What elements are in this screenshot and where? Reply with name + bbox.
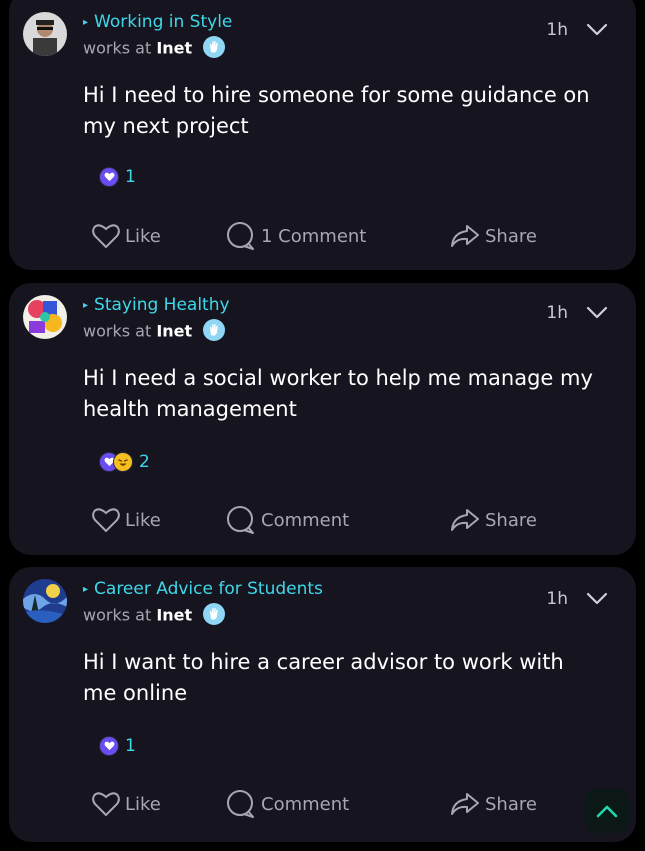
post-card: ▸ Working in Style works at Inet 1h Hi I … — [9, 0, 636, 270]
company-name[interactable]: Inet — [156, 606, 192, 625]
heart-outline-icon — [92, 224, 120, 249]
comment-button[interactable]: Comment — [225, 788, 349, 820]
chevron-up-icon — [596, 805, 618, 818]
comment-bubble-icon — [227, 790, 254, 818]
post-card: ▸ Career Advice for Students works at Ine… — [9, 567, 636, 842]
like-button[interactable]: Like — [91, 220, 161, 252]
post-text: Hi I need a social worker to help me man… — [83, 366, 593, 421]
post-actions: Like 1 Comment Share — [9, 220, 636, 252]
chevron-down-icon[interactable] — [586, 22, 608, 41]
group-name[interactable]: Working in Style — [94, 12, 232, 32]
reaction-count: 1 — [125, 167, 136, 187]
avatar[interactable] — [23, 295, 67, 339]
wave-hand-badge-icon — [203, 603, 226, 625]
reaction-count: 2 — [139, 452, 150, 472]
company-name[interactable]: Inet — [156, 322, 192, 341]
group-link[interactable]: ▸ Working in Style — [83, 12, 232, 32]
avatar[interactable] — [23, 579, 67, 623]
share-button[interactable]: Share — [449, 504, 537, 536]
comment-bubble-icon — [227, 222, 254, 250]
share-arrow-icon — [451, 509, 479, 531]
share-arrow-icon — [451, 793, 479, 815]
post-time: 1h — [546, 589, 568, 609]
reaction-count: 1 — [125, 736, 136, 756]
group-marker-icon: ▸ — [83, 584, 89, 595]
heart-outline-icon — [92, 508, 120, 533]
heart-outline-icon — [92, 792, 120, 817]
share-label: Share — [485, 225, 537, 247]
reaction-summary[interactable]: 1 — [99, 736, 136, 756]
post-card: ▸ Staying Healthy works at Inet 1h Hi I n… — [9, 283, 636, 555]
wave-hand-badge-icon — [203, 36, 226, 58]
author-workplace: works at Inet — [83, 603, 226, 627]
works-prefix: works at — [83, 38, 152, 58]
like-label: Like — [125, 225, 161, 247]
group-name[interactable]: Career Advice for Students — [94, 579, 323, 599]
share-button[interactable]: Share — [449, 220, 537, 252]
author-workplace: works at Inet — [83, 36, 226, 60]
share-label: Share — [485, 793, 537, 815]
comment-bubble-icon — [227, 506, 254, 534]
share-arrow-icon — [451, 225, 479, 247]
laugh-reaction-icon — [113, 452, 133, 472]
group-name[interactable]: Staying Healthy — [94, 295, 230, 315]
comment-button[interactable]: 1 Comment — [225, 220, 366, 252]
like-button[interactable]: Like — [91, 504, 161, 536]
scroll-to-top-button[interactable] — [585, 789, 629, 833]
comment-button[interactable]: Comment — [225, 504, 349, 536]
share-button[interactable]: Share — [449, 788, 537, 820]
post-time: 1h — [546, 303, 568, 323]
works-prefix: works at — [83, 605, 152, 625]
reaction-summary[interactable]: 2 — [99, 452, 150, 472]
heart-reaction-icon — [99, 736, 119, 756]
comment-label: Comment — [261, 793, 350, 815]
group-link[interactable]: ▸ Staying Healthy — [83, 295, 230, 315]
comment-label: Comment — [261, 509, 350, 531]
like-label: Like — [125, 793, 161, 815]
heart-reaction-icon — [99, 167, 119, 187]
avatar[interactable] — [23, 12, 67, 56]
reaction-summary[interactable]: 1 — [99, 167, 136, 187]
chevron-down-icon[interactable] — [586, 591, 608, 610]
comment-label: 1 Comment — [261, 225, 367, 247]
group-link[interactable]: ▸ Career Advice for Students — [83, 579, 323, 599]
post-actions: Like Comment Share — [9, 504, 636, 536]
like-label: Like — [125, 509, 161, 531]
post-actions: Like Comment Share — [9, 788, 636, 820]
author-workplace: works at Inet — [83, 319, 226, 343]
works-prefix: works at — [83, 321, 152, 341]
wave-hand-badge-icon — [203, 319, 226, 341]
group-marker-icon: ▸ — [83, 300, 89, 311]
company-name[interactable]: Inet — [156, 39, 192, 58]
share-label: Share — [485, 509, 537, 531]
chevron-down-icon[interactable] — [586, 305, 608, 324]
group-marker-icon: ▸ — [83, 17, 89, 28]
post-text: Hi I need to hire someone for some guida… — [83, 83, 590, 138]
like-button[interactable]: Like — [91, 788, 161, 820]
post-time: 1h — [546, 20, 568, 40]
post-text: Hi I want to hire a career advisor to wo… — [83, 650, 564, 705]
